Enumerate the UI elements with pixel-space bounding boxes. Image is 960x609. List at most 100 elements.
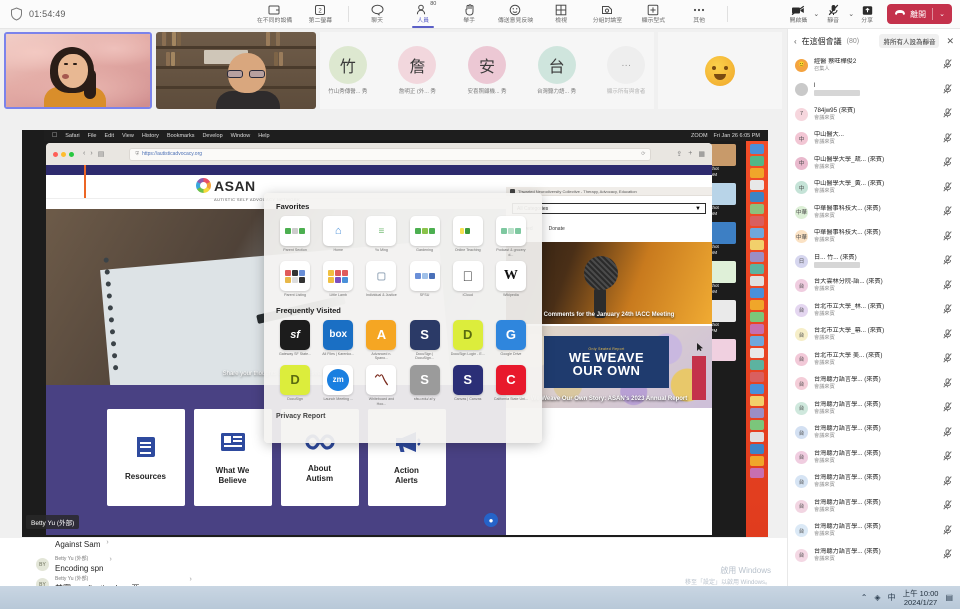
participant-row[interactable]: 台台北市立大學_林... (來賓)會議來賓 [788, 298, 960, 323]
participants-list[interactable]: 😊經醫 蔡旺樺俊2召集人l7784jw95 (來賓)會議來賓中中山醫大...會議… [788, 53, 960, 586]
toolbar-item-breakout-rooms[interactable]: 分組討論室 [584, 0, 630, 29]
frequent-item[interactable]: 〽 Whiteboard and Hoo... [362, 365, 400, 406]
frequent-item[interactable]: D DocuSign Login - E... [449, 320, 487, 361]
notifications-icon[interactable]: ▤ [945, 593, 953, 602]
chevron-left-icon[interactable]: ‹ [794, 37, 797, 46]
favorite-item[interactable]: Little Lamb [319, 261, 357, 298]
participant-row[interactable]: 台台北市立大學_幕... (來賓)會議來賓 [788, 323, 960, 348]
chat-more-icon[interactable]: › [190, 576, 192, 583]
frequent-item[interactable]: S Canvas | Canvas [449, 365, 487, 406]
mic-off-icon[interactable] [943, 546, 953, 564]
participant-row[interactable]: 7784jw95 (來賓)會議來賓 [788, 102, 960, 127]
participant-row[interactable]: 台台灣聽力語言學... (來賓)會議來賓 [788, 445, 960, 470]
participant-row[interactable]: 台台灣聽力語言學... (來賓)會議來賓 [788, 396, 960, 421]
back-icon[interactable]: ‹ [83, 150, 85, 158]
mic-off-icon[interactable] [943, 56, 953, 74]
address-bar[interactable]: ⛨ https://autisticadvocacy.org ⟳ [129, 148, 651, 161]
leave-meeting-button[interactable]: 離開 ⌄ [887, 4, 952, 24]
close-icon[interactable] [53, 152, 58, 157]
toolbar-item-raise-hand[interactable]: 舉手 [446, 0, 492, 29]
chat-more-icon[interactable]: › [109, 556, 111, 563]
toolbar-item-more[interactable]: 其他 [676, 0, 722, 29]
mic-off-icon[interactable] [943, 424, 953, 442]
mic-off-icon[interactable] [943, 228, 953, 246]
menu-history[interactable]: History [142, 133, 159, 139]
menu-view[interactable]: View [122, 133, 134, 139]
favorite-item[interactable]: Podcast & grocery d... [492, 216, 530, 257]
mic-toggle-button[interactable]: 靜音 [819, 0, 847, 29]
participant-row[interactable]: l [788, 78, 960, 103]
mic-off-icon[interactable] [943, 326, 953, 344]
mic-off-icon[interactable] [943, 81, 953, 99]
mic-off-icon[interactable] [943, 277, 953, 295]
avatar-tile[interactable]: 安 安喜照顧機... 秀 [459, 46, 515, 95]
frequent-item[interactable]: S DocuSign | DocuSign... [406, 320, 444, 361]
mic-off-icon[interactable] [943, 497, 953, 515]
safari-window[interactable]: ‹ › ▤ ⛨ https://autisticadvocacy.org ⟳ ⇪… [46, 143, 712, 535]
link-donate[interactable]: Donate [549, 226, 565, 232]
favorite-item[interactable]: ▢ Individual & Justice [362, 261, 400, 298]
toolbar-item-layout[interactable]: 顯示型式 [630, 0, 676, 29]
avatar-tile[interactable]: 竹 竹山秀傳醫... 秀 [320, 46, 376, 95]
menu-safari[interactable]: Safari [65, 133, 79, 139]
mic-off-icon[interactable] [943, 375, 953, 393]
toolbar-item-second-screen[interactable]: 2 第二螢幕 [297, 0, 343, 29]
reload-icon[interactable]: ⟳ [641, 151, 645, 157]
mic-off-icon[interactable] [943, 105, 953, 123]
reaction-tile[interactable] [658, 32, 782, 109]
leave-chevron-down-icon[interactable]: ⌄ [939, 10, 945, 18]
camera-toggle-button[interactable]: 開啟攝 [784, 0, 812, 29]
mic-off-icon[interactable] [943, 203, 953, 221]
mic-off-icon[interactable] [943, 301, 953, 319]
maximize-icon[interactable] [69, 152, 74, 157]
mic-off-icon[interactable] [943, 350, 953, 368]
mic-off-icon[interactable] [943, 522, 953, 540]
mic-off-icon[interactable] [943, 154, 953, 172]
new-tab-icon[interactable]: + [688, 150, 692, 158]
favorite-item[interactable]: Parent Listing [276, 261, 314, 298]
participant-row[interactable]: 😊經醫 蔡旺樺俊2召集人 [788, 53, 960, 78]
frequent-item[interactable]: G Google Drive [492, 320, 530, 361]
menu-bookmarks[interactable]: Bookmarks [167, 133, 195, 139]
menu-develop[interactable]: Develop [202, 133, 222, 139]
mic-off-icon[interactable] [943, 448, 953, 466]
network-icon[interactable]: ◈ [874, 593, 880, 602]
participant-row[interactable]: 中中山醫學大學_疏... (來賓)會議來賓 [788, 151, 960, 176]
safari-start-page[interactable]: Favorites Parent Section ⌂ Home [264, 193, 542, 443]
shared-screen[interactable]:  Safari File Edit View History Bookmark… [22, 130, 768, 537]
favorite-item[interactable]: ≡ Yu Ming [362, 216, 400, 257]
participant-row[interactable]: 台台北市立大學 美... (來賓)會議來賓 [788, 347, 960, 372]
active-speaker-tile[interactable] [4, 32, 152, 109]
ime-icon[interactable]: 中 [888, 592, 896, 603]
participant-row[interactable]: 日日... 竹... (來賓) [788, 249, 960, 274]
menu-edit[interactable]: Edit [105, 133, 114, 139]
participant-row[interactable]: 台台灣聽力語言學... (來賓)會議來賓 [788, 494, 960, 519]
share-icon[interactable]: ⇪ [676, 150, 682, 158]
favorite-item[interactable]: Gardening [406, 216, 444, 257]
favorite-item[interactable]: W Wikipedia [492, 261, 530, 298]
share-screen-button[interactable]: 分享 [854, 0, 880, 29]
participant-row[interactable]: 台台灣聽力語言學... (來賓)會議來賓 [788, 519, 960, 544]
frequent-item[interactable]: box All Files | Karenko... [319, 320, 357, 361]
minimize-icon[interactable] [61, 152, 66, 157]
participant-tile[interactable] [156, 32, 316, 109]
close-icon[interactable]: ✕ [944, 36, 954, 47]
nav-card-what-we-believe[interactable]: What We Believe [194, 409, 272, 506]
avatar-tile[interactable]: 詹 詹明正 (外... 秀 [390, 46, 446, 95]
frequent-item[interactable]: sf Gateway SF State... [276, 320, 314, 361]
forward-icon[interactable]: › [90, 150, 92, 158]
sidebar-icon[interactable]: ▤ [98, 150, 105, 158]
accessibility-icon[interactable]: ● [484, 513, 498, 527]
mic-off-icon[interactable] [943, 179, 953, 197]
mic-off-icon[interactable] [943, 399, 953, 417]
participant-row[interactable]: 中華中華醫事科技大... (來賓)會議來賓 [788, 200, 960, 225]
toolbar-item-chat[interactable]: 聊天 [354, 0, 400, 29]
toolbar-item-view[interactable]: 檢視 [538, 0, 584, 29]
window-controls[interactable] [53, 152, 74, 157]
favorite-item[interactable]: Online Teaching [449, 216, 487, 257]
toolbar-item-rooms[interactable]: 在不同的設備 [251, 0, 297, 29]
participant-row[interactable]: 台台灣聽力語言學... (來賓)會議來賓 [788, 470, 960, 495]
favorite-item[interactable]: ⌂ Home [319, 216, 357, 257]
frequent-item[interactable]: S sfsu.edu/-sf y [406, 365, 444, 406]
mic-off-icon[interactable] [943, 252, 953, 270]
